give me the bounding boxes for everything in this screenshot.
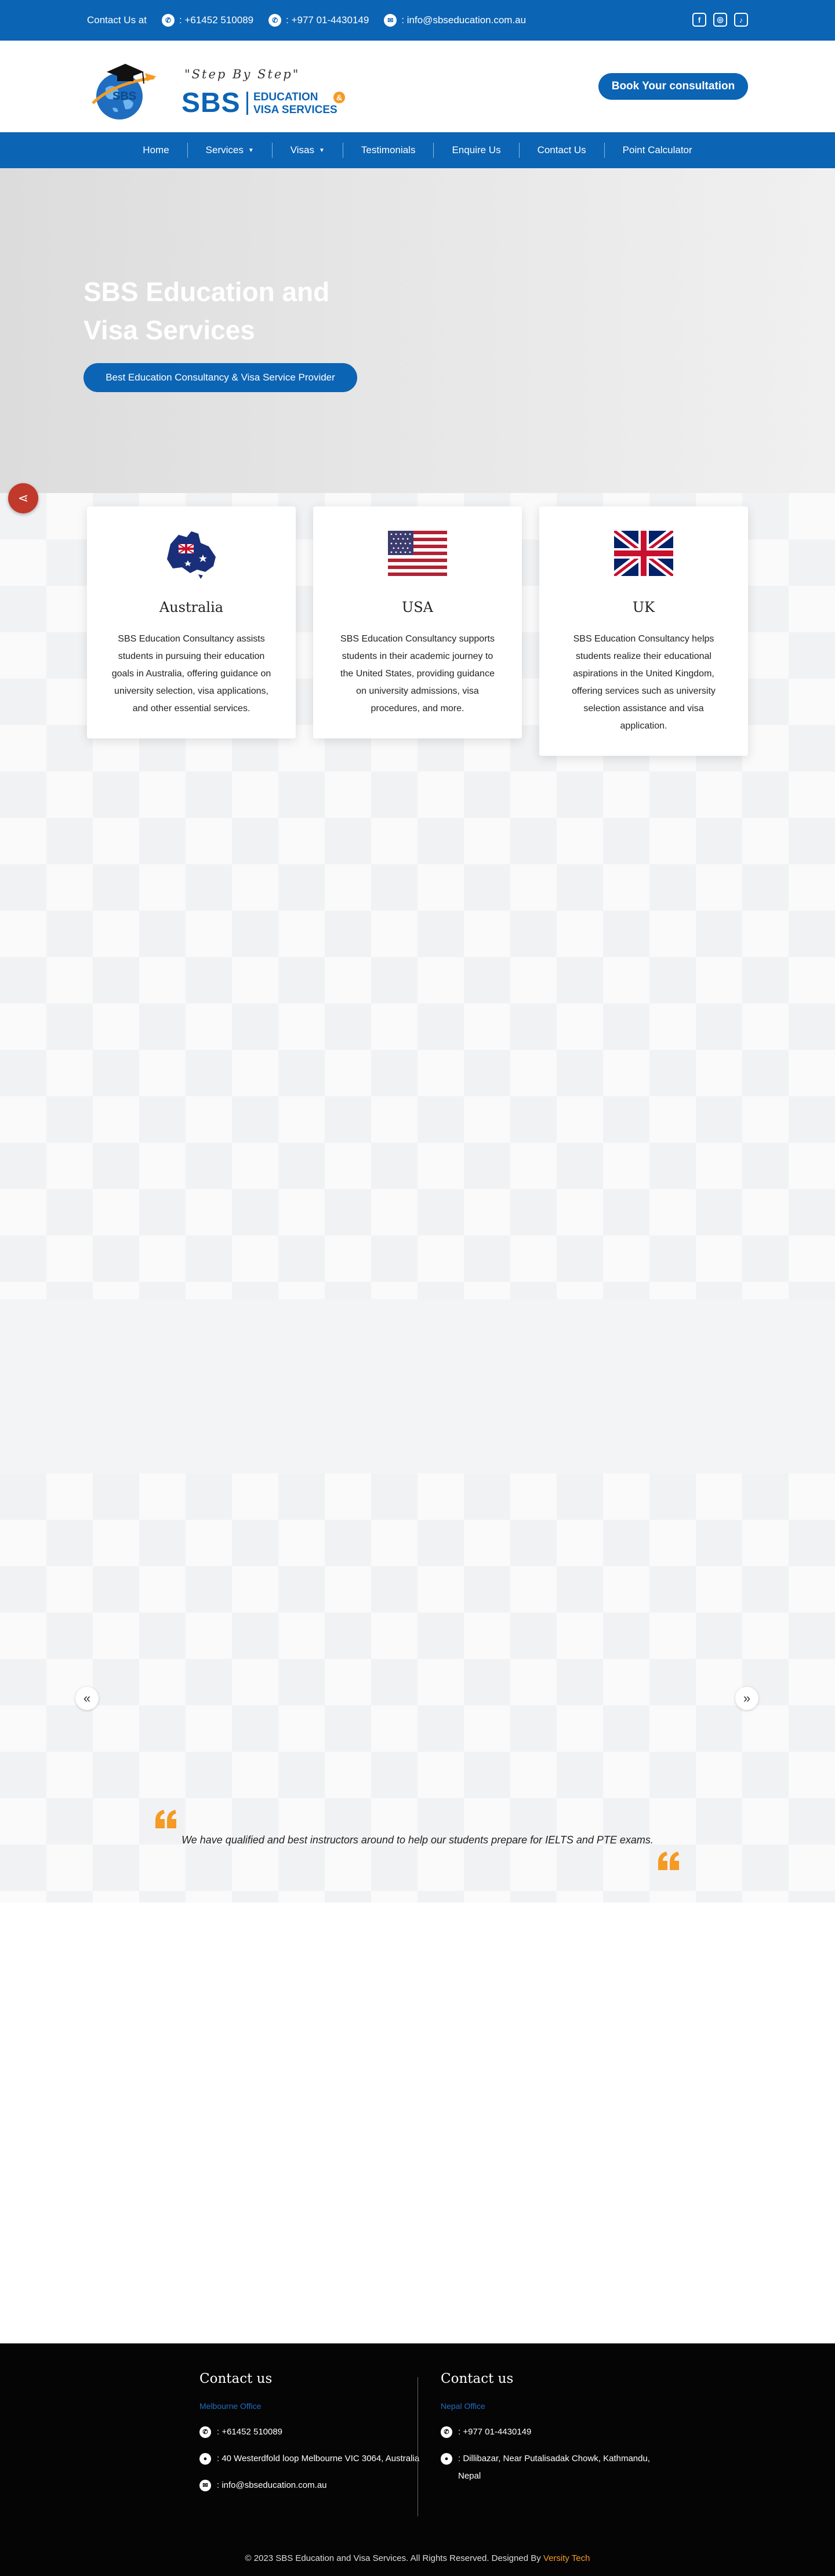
footer-address-text: : 40 Westerdfold loop Melbourne VIC 3064… [217, 2454, 420, 2463]
facebook-icon[interactable]: f [692, 13, 706, 27]
hero-title: SBS Education and Visa Services [84, 277, 330, 345]
phone-icon: ✆ [441, 2426, 452, 2438]
share-icon[interactable]: ⋖ [8, 483, 38, 513]
location-icon: ● [441, 2453, 452, 2465]
globe-logo-icon: SBS [92, 64, 157, 119]
footer-address: ● : 40 Westerdfold loop Melbourne VIC 30… [199, 2450, 420, 2468]
phone-np[interactable]: : +977 01-4430149 [286, 15, 369, 26]
svg-text:SBS: SBS [112, 90, 136, 103]
site-header: SBS "Step By Step" SBS EDUCATION & VISA … [0, 41, 835, 132]
card-uk[interactable]: UK SBS Education Consultancy helps stude… [539, 506, 748, 756]
email-link[interactable]: : info@sbseducation.com.au [401, 15, 526, 26]
book-consultation-button[interactable]: Book Your consultation [598, 73, 748, 100]
nav-label: Testimonials [361, 144, 416, 155]
card-text: SBS Education Consultancy helps students… [572, 634, 716, 731]
site-footer: Contact us Melbourne Office ✆ : +61452 5… [0, 2343, 835, 2576]
top-bar: Contact Us at ✆ : +61452 510089 ✆ : +977… [0, 0, 835, 41]
footer-heading: Contact us [441, 2371, 514, 2386]
phone-au[interactable]: : +61452 510089 [179, 15, 253, 26]
quote-open-icon [155, 1810, 176, 1828]
top-contact: Contact Us at ✆ : +61452 510089 ✆ : +977… [87, 14, 526, 27]
nav-enquire[interactable]: Enquire Us [434, 144, 518, 156]
nav-label: Enquire Us [452, 144, 501, 155]
logo-tagline: "Step By Step" [184, 67, 300, 81]
footer-phone-text[interactable]: : +61452 510089 [217, 2423, 282, 2441]
designer-link[interactable]: Versity Tech [543, 2553, 590, 2563]
main-nav: Home Services ▼ Visas ▼ Testimonials Enqui… [0, 132, 835, 168]
nav-point-calculator[interactable]: Point Calculator [605, 144, 710, 156]
footer-address: ● : Dillibazar, Near Putalisadak Chowk, … [441, 2450, 661, 2485]
nav-label: Visas [290, 144, 315, 155]
testimonial-quote: We have qualified and best instructors a… [181, 1834, 654, 1846]
logo-amp: & [333, 92, 345, 103]
phone-icon: ✆ [162, 14, 175, 27]
card-usa[interactable]: USA SBS Education Consultancy supports s… [313, 506, 522, 738]
nav-label: Home [143, 144, 169, 155]
nav-label: Contact Us [537, 144, 586, 155]
nav-testimonials[interactable]: Testimonials [343, 144, 434, 156]
nav-contact[interactable]: Contact Us [520, 144, 604, 156]
card-title: USA [402, 599, 433, 615]
quote-close-icon [658, 1852, 679, 1870]
card-text: SBS Education Consultancy supports stude… [340, 634, 495, 713]
instagram-icon[interactable]: ◎ [713, 13, 727, 27]
phone-icon: ✆ [199, 2426, 211, 2438]
footer-address-text: : Dillibazar, Near Putalisadak Chowk, Ka… [458, 2454, 650, 2481]
nav-services[interactable]: Services ▼ [188, 144, 272, 156]
footer-email: ✉ : info@sbseducation.com.au [199, 2477, 420, 2494]
nav-home[interactable]: Home [125, 144, 187, 156]
uk-flag-icon [613, 528, 674, 578]
card-title: UK [632, 599, 655, 615]
social-links: f ◎ ♪ [692, 13, 748, 27]
footer-phone-text[interactable]: : +977 01-4430149 [458, 2423, 531, 2441]
copyright: © 2023 SBS Education and Visa Services. … [0, 2553, 835, 2563]
footer-office-name: Melbourne Office [199, 2401, 262, 2411]
footer-email-text[interactable]: : info@sbseducation.com.au [217, 2477, 327, 2494]
nav-label: Services [205, 144, 244, 155]
footer-melbourne: Contact us Melbourne Office ✆ : +61452 5… [199, 2371, 420, 2494]
footer-heading: Contact us [199, 2371, 273, 2386]
nav-label: Point Calculator [622, 144, 692, 155]
footer-office-name: Nepal Office [441, 2401, 485, 2411]
card-text: SBS Education Consultancy assists studen… [111, 634, 271, 713]
logo-education: EDUCATION [253, 91, 318, 103]
tiktok-icon[interactable]: ♪ [734, 13, 748, 27]
caret-down-icon: ▼ [319, 147, 325, 154]
usa-flag-icon [387, 528, 448, 578]
country-cards: Australia SBS Education Consultancy assi… [87, 506, 748, 762]
footer-phone: ✆ : +977 01-4430149 [441, 2423, 661, 2441]
phone-icon: ✆ [268, 14, 282, 27]
logo-brand: SBS [181, 88, 241, 118]
slider-next-button[interactable]: » [735, 1687, 758, 1710]
location-icon: ● [199, 2453, 211, 2465]
logo-visa: VISA SERVICES [253, 104, 337, 116]
footer-nepal: Contact us Nepal Office ✆ : +977 01-4430… [441, 2371, 661, 2485]
plain-section [0, 1299, 835, 1473]
email-icon: ✉ [199, 2480, 211, 2491]
hero-banner: SBS Education and Visa Services Best Edu… [0, 168, 835, 493]
nav-visas[interactable]: Visas ▼ [273, 144, 343, 156]
card-title: Australia [159, 599, 224, 615]
footer-phone: ✆ : +61452 510089 [199, 2423, 420, 2441]
australia-flag-icon [161, 528, 222, 579]
caret-down-icon: ▼ [248, 147, 254, 154]
slider-prev-button[interactable]: « [75, 1687, 99, 1710]
copyright-text: © 2023 SBS Education and Visa Services. … [245, 2553, 541, 2563]
site-logo[interactable]: SBS "Step By Step" SBS EDUCATION & VISA … [87, 49, 354, 124]
hero-button[interactable]: Best Education Consultancy & Visa Servic… [84, 363, 357, 392]
card-australia[interactable]: Australia SBS Education Consultancy assi… [87, 506, 296, 738]
email-icon: ✉ [384, 14, 397, 27]
contact-label: Contact Us at [87, 15, 147, 26]
